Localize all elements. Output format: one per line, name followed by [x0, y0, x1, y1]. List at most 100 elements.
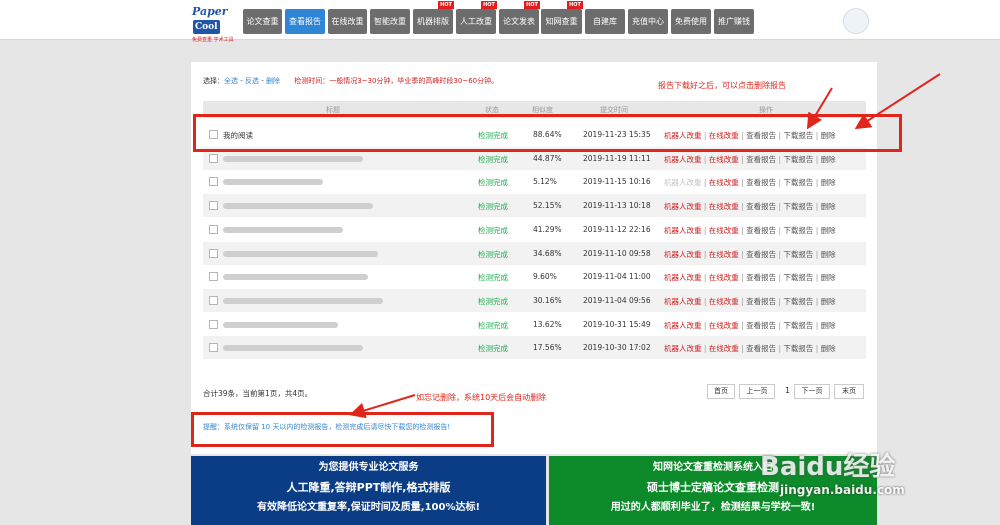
table-row: 检测完成 30.16% 2019-11-04 09:56 机器人改重 | 在线改重 |… — [203, 288, 866, 312]
detection-time-hint: 检测时间：一般情况3~30分钟，毕业季的高峰时段30~60分钟。 — [294, 77, 499, 85]
nav-machine-layout[interactable]: 机器排版 — [413, 9, 453, 34]
online-rewrite-link[interactable]: 在线改重 — [709, 297, 739, 306]
download-report-link[interactable]: 下载报告 — [783, 297, 813, 306]
machine-rewrite-link[interactable]: 机器人改重 — [664, 321, 702, 330]
machine-rewrite-link[interactable]: 机器人改重 — [664, 178, 702, 187]
row-checkbox[interactable] — [209, 201, 218, 211]
download-report-link[interactable]: 下载报告 — [783, 273, 813, 282]
row-checkbox[interactable] — [209, 224, 218, 234]
online-rewrite-link[interactable]: 在线改重 — [709, 155, 739, 164]
delete-report-link[interactable]: 删除 — [821, 155, 836, 164]
view-report-link[interactable]: 查看报告 — [746, 344, 776, 353]
online-rewrite-link[interactable]: 在线改重 — [709, 344, 739, 353]
submit-time: 2019-11-12 22:16 — [583, 224, 651, 234]
service-banner[interactable]: 为您提供专业论文服务 人工降重,答辩PPT制作,格式排版 有效降低论文重复率,保… — [191, 456, 546, 525]
nav-self-library[interactable]: 自建库 — [585, 9, 625, 34]
download-report-link[interactable]: 下载报告 — [783, 321, 813, 330]
separator: | — [701, 273, 709, 283]
delete-report-link[interactable]: 删除 — [821, 297, 836, 306]
similarity-value: 52.15% — [533, 201, 562, 211]
machine-rewrite-link[interactable]: 机器人改重 — [664, 344, 702, 353]
invert-selection-link[interactable]: 反选 — [245, 77, 259, 85]
nav-manual-rewrite[interactable]: 人工改重 — [456, 9, 496, 34]
delete-report-link[interactable]: 删除 — [821, 178, 836, 187]
select-all-link[interactable]: 全选 — [224, 77, 238, 85]
banner-left-line3: 有效降低论文重复率,保证时间及质量,100%达标! — [256, 502, 481, 513]
view-report-link[interactable]: 查看报告 — [746, 321, 776, 330]
papercool-logo[interactable]: Paper Cool 免费查重 学术工具 — [192, 5, 237, 43]
view-report-link[interactable]: 查看报告 — [746, 250, 776, 259]
machine-rewrite-link[interactable]: 机器人改重 — [664, 273, 702, 282]
prev-page-button[interactable]: 上一页 — [739, 384, 775, 399]
similarity-value: 41.29% — [533, 224, 562, 234]
status-text: 检测完成 — [478, 202, 508, 212]
nav-view-report[interactable]: 查看报告 — [285, 9, 325, 34]
user-avatar[interactable] — [843, 8, 869, 34]
view-report-link[interactable]: 查看报告 — [746, 202, 776, 211]
similarity-value: 30.16% — [533, 295, 562, 305]
view-report-link[interactable]: 查看报告 — [746, 273, 776, 282]
view-report-link[interactable]: 查看报告 — [746, 226, 776, 235]
delete-report-link[interactable]: 删除 — [821, 250, 836, 259]
row-checkbox[interactable] — [209, 153, 218, 163]
nav-free-use[interactable]: 免费使用 — [671, 9, 711, 34]
submit-time: 2019-10-31 15:49 — [583, 319, 651, 329]
last-page-button[interactable]: 末页 — [834, 384, 864, 399]
download-report-link[interactable]: 下载报告 — [783, 250, 813, 259]
hot-badge: HOT — [438, 1, 454, 9]
submit-time: 2019-11-15 10:16 — [583, 177, 651, 187]
delete-report-link[interactable]: 删除 — [821, 321, 836, 330]
nav-online-rewrite[interactable]: 在线改重 — [328, 9, 367, 34]
separator: | — [738, 344, 747, 354]
submit-time: 2019-11-04 11:00 — [583, 272, 651, 282]
machine-rewrite-link[interactable]: 机器人改重 — [664, 250, 702, 259]
machine-rewrite-link[interactable]: 机器人改重 — [664, 297, 702, 306]
delete-report-link[interactable]: 删除 — [821, 226, 836, 235]
row-checkbox[interactable] — [209, 343, 218, 353]
row-checkbox[interactable] — [209, 177, 218, 187]
select-label: 选择： — [203, 77, 224, 85]
machine-rewrite-link[interactable]: 机器人改重 — [664, 155, 702, 164]
first-page-button[interactable]: 首页 — [707, 384, 735, 399]
download-report-link[interactable]: 下载报告 — [783, 155, 813, 164]
separator: | — [813, 344, 821, 354]
download-report-link[interactable]: 下载报告 — [783, 344, 813, 353]
download-report-link[interactable]: 下载报告 — [783, 178, 813, 187]
row-checkbox[interactable] — [209, 272, 218, 282]
similarity-value: 5.12% — [533, 177, 557, 187]
view-report-link[interactable]: 查看报告 — [746, 155, 776, 164]
row-checkbox[interactable] — [209, 295, 218, 305]
download-report-link[interactable]: 下载报告 — [783, 202, 813, 211]
nav-recharge-center[interactable]: 充值中心 — [628, 9, 668, 34]
online-rewrite-link[interactable]: 在线改重 — [709, 226, 739, 235]
download-report-link[interactable]: 下载报告 — [783, 226, 813, 235]
delete-report-link[interactable]: 删除 — [821, 344, 836, 353]
nav-thesis-check[interactable]: 论文查重 — [243, 9, 282, 34]
nav-smart-rewrite[interactable]: 智能改重 — [370, 9, 410, 34]
nav-promote-earn[interactable]: 推广赚钱 — [714, 9, 754, 34]
online-rewrite-link[interactable]: 在线改重 — [709, 250, 739, 259]
delete-report-link[interactable]: 删除 — [821, 273, 836, 282]
machine-rewrite-link[interactable]: 机器人改重 — [664, 202, 702, 211]
current-page: 1 — [785, 386, 791, 395]
hot-badge: HOT — [481, 1, 497, 9]
row-checkbox[interactable] — [209, 319, 218, 329]
nav-cnki-check[interactable]: 知网查重 — [541, 9, 582, 34]
machine-rewrite-link[interactable]: 机器人改重 — [664, 226, 702, 235]
delete-report-link[interactable]: 删除 — [821, 202, 836, 211]
table-row: 检测完成 13.62% 2019-10-31 15:49 机器人改重 | 在线改重 |… — [203, 313, 866, 336]
view-report-link[interactable]: 查看报告 — [746, 178, 776, 187]
row-actions: 机器人改重 | 在线改重 | 查看报告 | 下载报告 | 删除 — [664, 154, 836, 165]
separator: | — [701, 178, 709, 188]
row-checkbox[interactable] — [209, 248, 218, 258]
view-report-link[interactable]: 查看报告 — [746, 297, 776, 306]
next-page-button[interactable]: 下一页 — [794, 384, 830, 399]
online-rewrite-link[interactable]: 在线改重 — [709, 202, 739, 211]
hot-badge: HOT — [524, 1, 540, 9]
nav-thesis-publish[interactable]: 论文发表 — [499, 9, 539, 34]
online-rewrite-link[interactable]: 在线改重 — [709, 273, 739, 282]
online-rewrite-link[interactable]: 在线改重 — [709, 321, 739, 330]
row-actions: 机器人改重 | 在线改重 | 查看报告 | 下载报告 | 删除 — [664, 249, 836, 260]
bulk-delete-link[interactable]: 删除 — [266, 77, 280, 85]
online-rewrite-link[interactable]: 在线改重 — [709, 178, 739, 187]
